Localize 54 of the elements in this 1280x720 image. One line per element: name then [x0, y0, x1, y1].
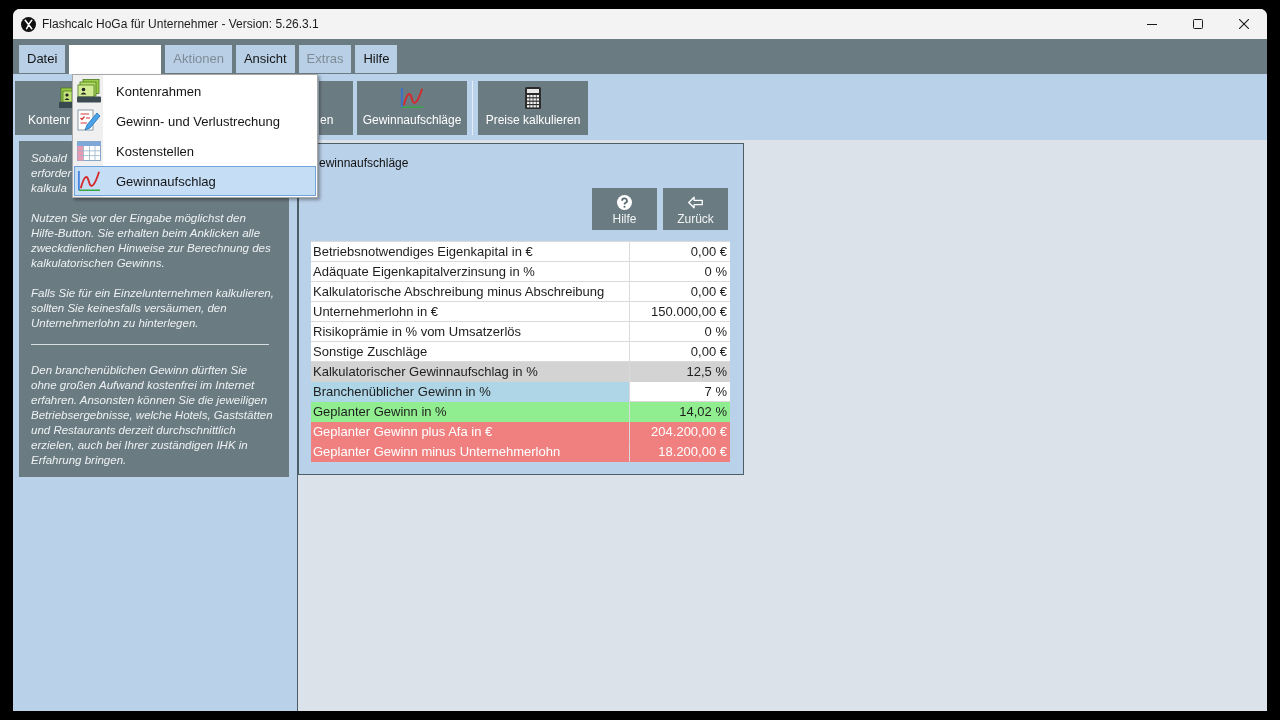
table-cell: 0 % — [630, 262, 730, 282]
close-icon — [1239, 19, 1249, 29]
table-cell: 18.200,00 € — [630, 442, 730, 462]
panel-title: ewinnaufschläge — [318, 155, 409, 170]
line-chart-icon — [77, 170, 101, 192]
line-chart-icon — [399, 87, 425, 109]
app-logo-icon — [21, 16, 36, 32]
calculator-icon — [525, 87, 541, 109]
card-file-icon — [59, 87, 72, 109]
table-cell: Branchenüblicher Gewinn in % — [311, 382, 630, 402]
table-cell: 0,00 € — [630, 342, 730, 362]
table-cell: 204.200,00 € — [630, 422, 730, 442]
toolbar-button[interactable]: Preise kalkulieren — [478, 81, 588, 135]
minimize-icon — [1147, 23, 1157, 25]
menu-item[interactable]: Kontenrahmen — [74, 76, 316, 106]
menu-item[interactable]: Gewinnaufschlag — [74, 166, 316, 196]
table-cell: Adäquate Eigenkapitalverzinsung in % — [311, 262, 630, 282]
panel-button[interactable]: Zurück — [663, 188, 728, 230]
panel-button[interactable]: Hilfe — [592, 188, 657, 230]
table-cell: 0,00 € — [630, 282, 730, 302]
table-cell: Sonstige Zuschläge — [311, 342, 630, 362]
menu-tab[interactable]: Hilfe — [355, 45, 398, 73]
menu-tab[interactable]: Datei — [19, 45, 66, 73]
help-icon — [617, 195, 632, 210]
info-text: Falls Sie für ein Einzelunternehmen kalkulieren, sollten Sie keinesfalls versäumen, den Unternehmerlohn zu hinterlegen. — [31, 286, 275, 331]
menu-tab[interactable]: Ansicht — [235, 45, 295, 73]
table-cell: 12,5 % — [630, 362, 730, 382]
table-cell: 0 % — [630, 322, 730, 342]
info-text: Den branchenüblichen Gewinn dürften Sie ohne großen Aufwand kostenfrei im Internet erfahren. Ansonsten können Sie die jeweiligen Betriebsergebnisse, welche Hotels, Gaststätten und Restaurants derzeit durchschnittlich erzielen, auch bei Ihrer zuständigen IHK in Erfahrung bringen. — [31, 363, 274, 468]
maximize-icon — [1193, 19, 1203, 29]
table-cell: Unternehmerlohn in € — [311, 302, 630, 322]
toolbar-button[interactable]: en — [319, 81, 353, 135]
info-text: Sobald erforder kalkula — [31, 151, 72, 196]
arrow-left-icon — [688, 195, 703, 210]
window-title: Flashcalc HoGa für Unternehmer - Version: 5.26.3.1 — [42, 17, 319, 31]
info-text: Nutzen Sie vor der Eingabe möglichst den Hilfe-Button. Sie erhalten beim Anklicken alle zweckdienlichen Hinweise zur Berechnung des kalkulatorischen Gewinns. — [31, 211, 272, 271]
table-cell: 0,00 € — [630, 242, 730, 262]
card-file-icon — [77, 79, 101, 103]
table-grid-icon — [77, 141, 101, 161]
document-pencil-icon — [77, 109, 101, 133]
table-cell: Geplanter Gewinn plus Afa in € — [311, 422, 630, 442]
table-cell: 150.000,00 € — [630, 302, 730, 322]
table-cell: Risikoprämie in % vom Umsatzerlös — [311, 322, 630, 342]
menu-item[interactable]: Kostenstellen — [74, 136, 316, 166]
table-cell: Betriebsnotwendiges Eigenkapital in € — [311, 242, 630, 262]
toolbar-button[interactable]: Gewinnaufschläge — [357, 81, 467, 135]
table-cell: Geplanter Gewinn minus Unternehmerlohn — [311, 442, 630, 462]
table-cell: 7 % — [630, 382, 730, 402]
table-cell: Kalkulatorischer Gewinnaufschlag in % — [311, 362, 630, 382]
menu-item[interactable]: Gewinn- und Verlustrechung — [74, 106, 316, 136]
table-cell: Geplanter Gewinn in % — [311, 402, 630, 422]
table-cell: 14,02 % — [630, 402, 730, 422]
table-cell: Kalkulatorische Abschreibung minus Abschreibung — [311, 282, 630, 302]
toolbar-button[interactable]: Kontenr — [15, 81, 72, 135]
